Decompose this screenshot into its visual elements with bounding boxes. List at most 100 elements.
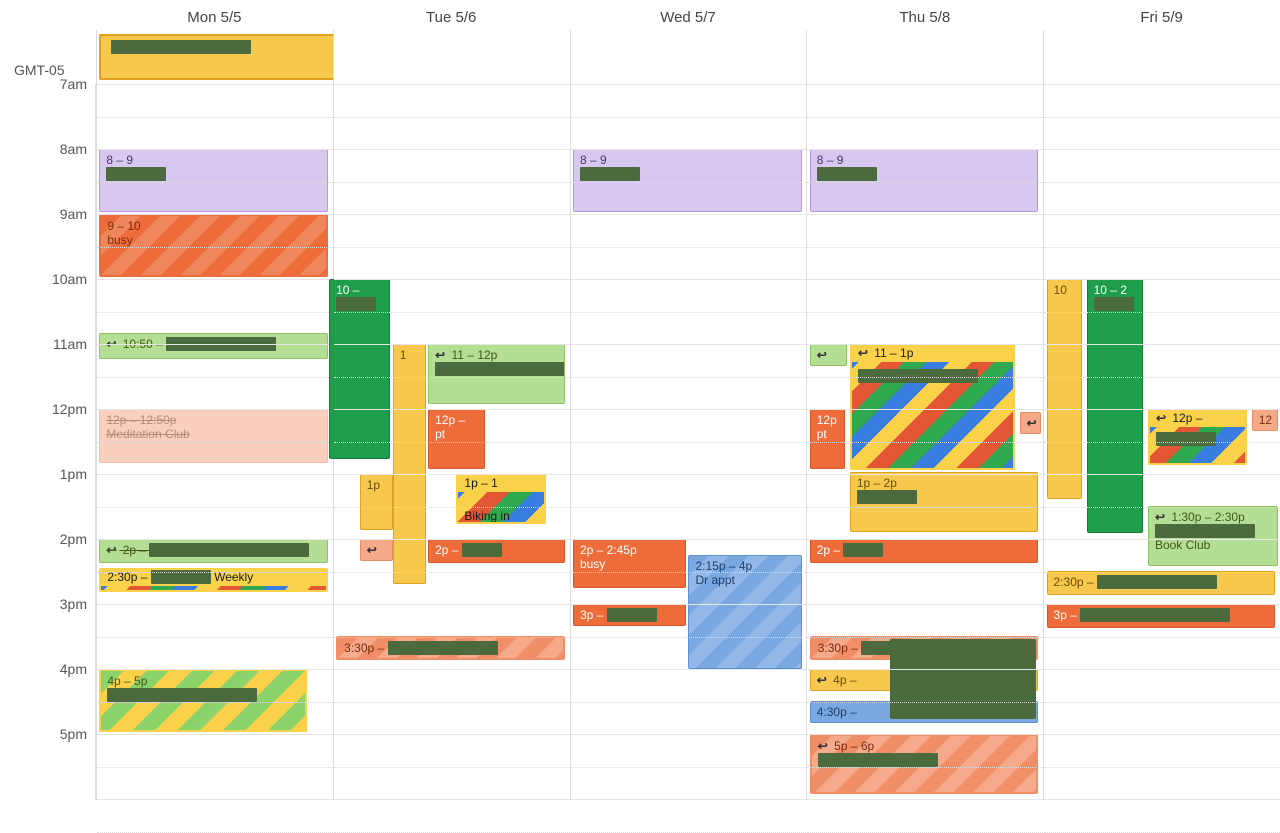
event-thu-8[interactable]: 8 – 9 xyxy=(810,149,1039,212)
event-fri-230[interactable]: 2:30p – xyxy=(1047,571,1276,595)
hour-label: 3pm xyxy=(60,596,87,612)
day-col-thu[interactable]: 8 – 9 11 – 1p 12p pt 1p – 2p xyxy=(806,84,1043,800)
timezone-label: GMT-05 xyxy=(14,62,65,78)
event-fri-10-2[interactable]: 10 – 2 xyxy=(1087,279,1144,533)
event-tue-10[interactable]: 10 – xyxy=(329,279,390,459)
event-top-bar: 12p – xyxy=(1148,409,1247,427)
event-time: 1p – 1 xyxy=(464,476,497,490)
hours-column: 7am8am9am10am11am12pm1pm2pm3pm4pm5pm xyxy=(0,84,96,800)
event-time: 5p – 6p xyxy=(834,739,874,753)
redacted-text xyxy=(1156,432,1216,446)
day-header-fri[interactable]: Fri 5/9 xyxy=(1043,9,1280,30)
day-header-mon[interactable]: Mon 5/5 xyxy=(96,9,333,30)
event-title: busy xyxy=(580,557,679,571)
event-thu-12-reply[interactable] xyxy=(1020,412,1041,434)
day-col-mon[interactable]: 8 – 9 9 – 10 busy 10:50 – 12p – 12:50p M… xyxy=(96,84,333,800)
event-thu-11[interactable]: 11 – 1p xyxy=(850,344,1015,470)
event-title: Biking in xyxy=(464,509,538,523)
event-top-bar: 11 – 1p xyxy=(850,344,1015,362)
event-title: pt xyxy=(817,427,838,441)
event-time: 12p – xyxy=(1172,411,1202,425)
event-time: 12p – 12:50p xyxy=(106,413,176,427)
event-tue-2p[interactable]: 2p – xyxy=(428,539,565,563)
hour-label: 7am xyxy=(60,76,87,92)
day-col-tue[interactable]: 10 – 1 11 – 12p 12p – pt 1p xyxy=(333,84,570,800)
redacted-text xyxy=(1080,608,1230,622)
event-mon-1050[interactable]: 10:50 – xyxy=(99,333,328,359)
hour-label: 5pm xyxy=(60,726,87,742)
event-tue-330[interactable]: 3:30p – xyxy=(336,636,565,660)
day-columns: 8 – 9 9 – 10 busy 10:50 – 12p – 12:50p M… xyxy=(96,84,1280,800)
event-mon-12-meditation[interactable]: 12p – 12:50p Meditation Club xyxy=(99,409,328,463)
day-header-thu[interactable]: Thu 5/8 xyxy=(806,9,1043,30)
hour-label: 10am xyxy=(52,271,87,287)
event-fri-12-chip[interactable]: 12 xyxy=(1252,409,1278,431)
event-wed-2p-busy[interactable]: 2p – 2:45p busy xyxy=(573,539,686,588)
event-tue-11[interactable]: 11 – 12p xyxy=(428,344,565,404)
redacted-text xyxy=(1155,524,1255,538)
event-title: busy xyxy=(107,233,320,247)
event-wed-8[interactable]: 8 – 9 xyxy=(573,149,802,212)
allday-cell-tue[interactable] xyxy=(333,30,570,84)
event-tue-12-pt[interactable]: 12p – pt xyxy=(428,409,485,469)
event-time: 2p – 2:45p xyxy=(580,543,637,557)
redacted-text xyxy=(1097,575,1217,589)
redacted-text xyxy=(111,40,251,54)
event-mon-8[interactable]: 8 – 9 xyxy=(99,149,328,212)
redacted-text xyxy=(818,753,938,767)
event-title: pt xyxy=(435,427,478,441)
allday-cell-fri[interactable] xyxy=(1043,30,1280,84)
event-fri-12p[interactable]: 12p – xyxy=(1148,409,1247,465)
event-thu-5p[interactable]: 5p – 6p xyxy=(810,734,1039,794)
event-time: 3:30p – xyxy=(344,641,384,655)
redacted-text xyxy=(607,608,657,622)
event-time: 10 – 2 xyxy=(1094,283,1127,297)
redacted-text xyxy=(817,167,877,181)
redacted-text xyxy=(107,688,257,702)
hour-label: 8am xyxy=(60,141,87,157)
event-thu-1p[interactable]: 1p – 2p xyxy=(850,472,1039,532)
day-col-wed[interactable]: 8 – 9 2p – 2:45p busy 2:15p – 4p Dr appt… xyxy=(570,84,807,800)
event-tue-11-strip[interactable]: 1 xyxy=(393,344,426,584)
event-time: 3:30p – xyxy=(818,641,858,655)
event-fri-bookclub[interactable]: 1:30p – 2:30p Book Club xyxy=(1148,506,1278,566)
event-time: 3p – xyxy=(1054,608,1077,622)
event-tue-1p-strip[interactable]: 1p xyxy=(360,474,393,530)
event-mon-2p[interactable]: 2p – xyxy=(99,539,328,563)
event-time: 1 xyxy=(400,348,407,362)
day-header-wed[interactable]: Wed 5/7 xyxy=(570,9,807,30)
event-time: 2p – xyxy=(435,543,458,557)
event-mon-9[interactable]: 9 – 10 busy xyxy=(99,214,328,277)
event-time: 8 – 9 xyxy=(580,153,607,167)
day-headers: Mon 5/5 Tue 5/6 Wed 5/7 Thu 5/8 Fri 5/9 xyxy=(0,0,1280,30)
hour-label: 4pm xyxy=(60,661,87,677)
hour-label: 1pm xyxy=(60,466,87,482)
event-title: Book Club xyxy=(1155,538,1271,552)
event-thu-redacted-block[interactable] xyxy=(890,639,1036,719)
allday-cell-wed[interactable] xyxy=(570,30,807,84)
event-thu-12-pt[interactable]: 12p pt xyxy=(810,409,845,469)
event-fri-3p[interactable]: 3p – xyxy=(1047,604,1276,628)
redacted-text xyxy=(336,297,376,311)
event-wed-3p[interactable]: 3p – xyxy=(573,604,686,626)
calendar-week-view: Mon 5/5 Tue 5/6 Wed 5/7 Thu 5/8 Fri 5/9 … xyxy=(0,0,1280,800)
event-time: 2p – xyxy=(817,543,840,557)
event-thu-11-strip[interactable] xyxy=(810,344,848,366)
event-tue-biking[interactable]: 1p – 1 Biking in xyxy=(456,474,546,524)
event-time: 8 – 9 xyxy=(817,153,844,167)
allday-cell-mon[interactable] xyxy=(96,30,333,84)
event-time: 4:30p – xyxy=(817,705,857,719)
hour-label: 9am xyxy=(60,206,87,222)
event-time: 11 – 12p xyxy=(452,348,498,362)
event-time: 1p – 2p xyxy=(857,476,897,490)
event-time: 3p – xyxy=(580,608,603,622)
redacted-text xyxy=(857,490,917,504)
allday-cell-thu[interactable] xyxy=(806,30,1043,84)
event-tue-2p-reply[interactable] xyxy=(360,539,393,561)
event-title: Meditation Club xyxy=(106,427,321,441)
event-thu-2p[interactable]: 2p – xyxy=(810,539,1039,563)
day-header-tue[interactable]: Tue 5/6 xyxy=(333,9,570,30)
day-col-fri[interactable]: 10 10 – 2 12p – 12 1:30p – 2:30p xyxy=(1043,84,1280,800)
time-grid: 7am8am9am10am11am12pm1pm2pm3pm4pm5pm 8 –… xyxy=(0,84,1280,800)
event-mon-4p[interactable]: 4p – 5p xyxy=(99,669,307,732)
